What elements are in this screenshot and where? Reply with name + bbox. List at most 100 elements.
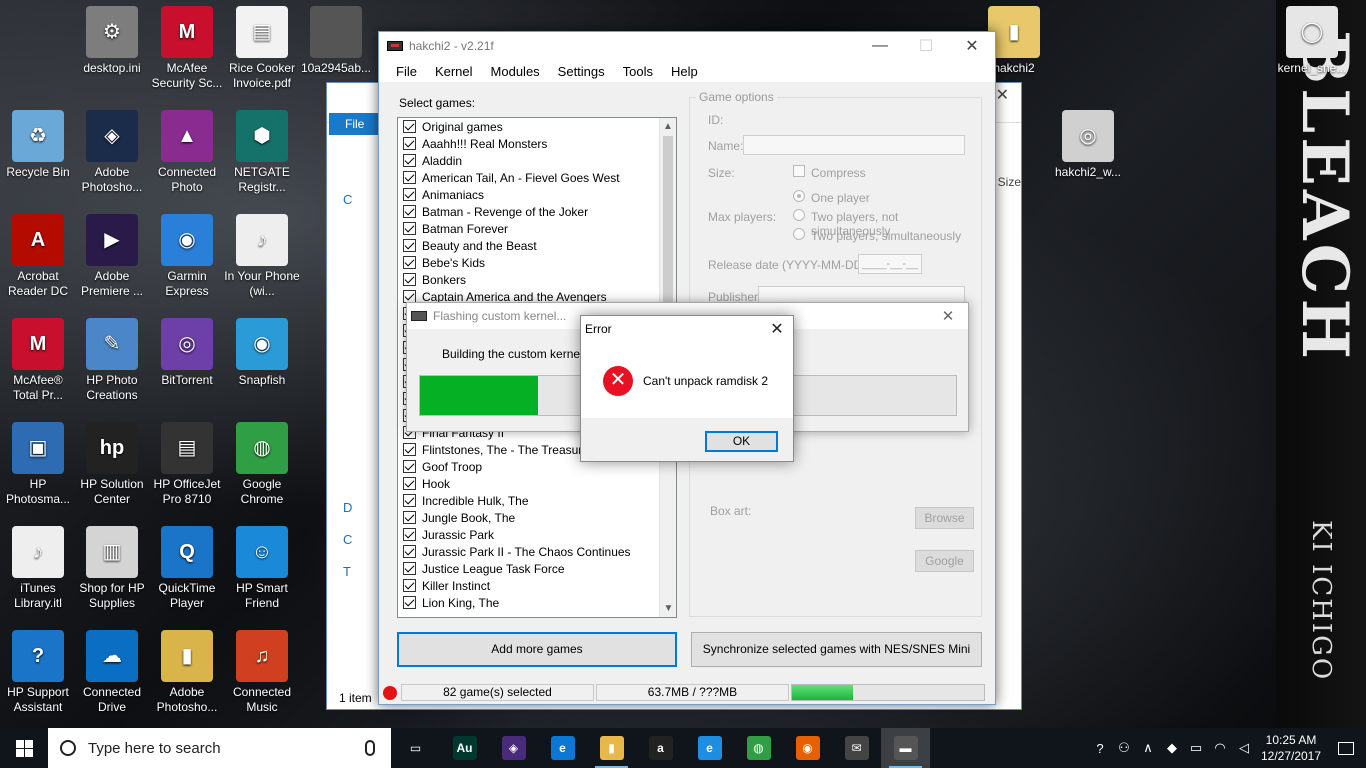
desktop-icon[interactable]: ✎ HP Photo Creations <box>74 318 150 403</box>
hakchi-titlebar[interactable]: hakchi2 - v2.21f — ☐ ✕ <box>379 32 995 60</box>
desktop-icon[interactable]: ♪ In Your Phone (wi... <box>224 214 300 299</box>
battery-icon[interactable]: ▭ <box>1184 728 1208 768</box>
explorer-nav-pane[interactable]: CDCT <box>327 143 379 703</box>
game-checkbox[interactable] <box>403 120 416 133</box>
game-row[interactable]: Incredible Hulk, The <box>398 492 676 509</box>
taskbar-mail-button[interactable]: ✉ <box>832 728 881 768</box>
google-button[interactable]: Google <box>915 550 974 572</box>
desktop-icon[interactable]: ▶ Adobe Premiere ... <box>74 214 150 299</box>
desktop-icon[interactable]: M McAfee® Total Pr... <box>0 318 76 403</box>
game-row[interactable]: Jungle Book, The <box>398 509 676 526</box>
game-row[interactable]: Bebe's Kids <box>398 254 676 271</box>
minimize-icon[interactable]: — <box>857 37 903 55</box>
game-row[interactable]: Lion King, The <box>398 594 676 611</box>
error-close-icon[interactable]: ✕ <box>761 319 793 339</box>
explorer-close-icon[interactable]: ✕ <box>996 85 1009 105</box>
taskbar-chrome-button[interactable]: ◍ <box>734 728 783 768</box>
game-row[interactable]: Beauty and the Beast <box>398 237 676 254</box>
game-checkbox[interactable] <box>403 256 416 269</box>
desktop-icon[interactable]: ◍ Google Chrome <box>224 422 300 507</box>
explorer-nav-item[interactable]: T <box>327 559 351 583</box>
taskbar-hakchi-button[interactable]: ▬ <box>881 728 930 768</box>
taskbar-file-explorer-button[interactable]: ▮ <box>587 728 636 768</box>
name-input[interactable] <box>743 135 965 155</box>
clock[interactable]: 10:25 AM 12/27/2017 <box>1256 732 1326 764</box>
ok-button[interactable]: OK <box>705 431 778 452</box>
game-row[interactable]: Batman - Revenge of the Joker <box>398 203 676 220</box>
desktop-icon[interactable]: ? HP Support Assistant <box>0 630 76 715</box>
game-row[interactable]: Justice League Task Force <box>398 560 676 577</box>
help-icon[interactable]: ? <box>1088 728 1112 768</box>
game-row[interactable]: Jurassic Park II - The Chaos Continues <box>398 543 676 560</box>
desktop-icon[interactable]: Q QuickTime Player <box>149 526 225 611</box>
maximize-icon[interactable]: ☐ <box>903 36 949 56</box>
taskbar-audition-button[interactable]: Au <box>440 728 489 768</box>
game-checkbox[interactable] <box>403 494 416 507</box>
taskbar-internet-explorer-button[interactable]: e <box>685 728 734 768</box>
game-checkbox[interactable] <box>403 545 416 558</box>
desktop-icon[interactable]: ▤ HP OfficeJet Pro 8710 <box>149 422 225 507</box>
wifi-icon[interactable]: ◠ <box>1208 728 1232 768</box>
game-checkbox[interactable] <box>403 273 416 286</box>
desktop-icon[interactable]: ◉ Snapfish <box>224 318 300 388</box>
scroll-thumb[interactable] <box>663 136 673 308</box>
volume-icon[interactable]: ◁ <box>1232 728 1256 768</box>
game-checkbox[interactable] <box>403 239 416 252</box>
microphone-icon[interactable] <box>365 740 375 756</box>
menu-kernel[interactable]: Kernel <box>426 64 482 79</box>
chevron-up-icon[interactable]: ∧ <box>1136 728 1160 768</box>
game-checkbox[interactable] <box>403 171 416 184</box>
taskbar-amazon-button[interactable]: a <box>636 728 685 768</box>
game-row[interactable]: American Tail, An - Fievel Goes West <box>398 169 676 186</box>
game-checkbox[interactable] <box>403 205 416 218</box>
taskbar-edge-button[interactable]: e <box>538 728 587 768</box>
game-checkbox[interactable] <box>403 562 416 575</box>
flashing-close-icon[interactable]: ✕ <box>928 307 968 325</box>
two-players-not-sim-radio[interactable] <box>793 209 805 221</box>
game-checkbox[interactable] <box>403 477 416 490</box>
desktop-icon[interactable]: ▣ HP Photosma... <box>0 422 76 507</box>
desktop-icon[interactable]: ◎ hakchi2_w... <box>1050 110 1126 180</box>
release-date-input[interactable]: ____-__-__ <box>858 254 922 274</box>
desktop-icon[interactable]: ◯ kernel_sne... <box>1274 6 1350 76</box>
error-dialog[interactable]: Error ✕ ✕ Can't unpack ramdisk 2 OK <box>580 315 794 462</box>
desktop-icon[interactable]: 10a2945ab... <box>298 6 374 76</box>
game-checkbox[interactable] <box>403 137 416 150</box>
menu-modules[interactable]: Modules <box>482 64 549 79</box>
notifications-icon[interactable] <box>1326 728 1366 768</box>
desktop-icon[interactable]: ▥ Shop for HP Supplies <box>74 526 150 611</box>
menu-settings[interactable]: Settings <box>549 64 614 79</box>
compress-checkbox[interactable] <box>793 165 805 177</box>
game-checkbox[interactable] <box>403 154 416 167</box>
game-checkbox[interactable] <box>403 579 416 592</box>
desktop-icon[interactable]: ☺ HP Smart Friend <box>224 526 300 611</box>
desktop-icon[interactable]: ♪ iTunes Library.itl <box>0 526 76 611</box>
close-icon[interactable]: ✕ <box>949 36 995 56</box>
explorer-nav-item[interactable]: C <box>327 187 352 211</box>
game-row[interactable]: Batman Forever <box>398 220 676 237</box>
scroll-up-icon[interactable]: ▲ <box>660 118 676 135</box>
menu-file[interactable]: File <box>387 64 426 79</box>
game-checkbox[interactable] <box>403 528 416 541</box>
synchronize-button[interactable]: Synchronize selected games with NES/SNES… <box>691 632 982 667</box>
menu-tools[interactable]: Tools <box>614 64 662 79</box>
dropbox-icon[interactable]: ◆ <box>1160 728 1184 768</box>
game-row[interactable]: Jurassic Park <box>398 526 676 543</box>
game-row[interactable]: Hook <box>398 475 676 492</box>
desktop-icon[interactable]: ♫ Connected Music <box>224 630 300 715</box>
game-checkbox[interactable] <box>403 443 416 456</box>
desktop-icon[interactable]: M McAfee Security Sc... <box>149 6 225 91</box>
desktop-icon[interactable]: ☁ Connected Drive <box>74 630 150 715</box>
people-icon[interactable]: ⚇ <box>1112 728 1136 768</box>
game-row[interactable]: Bonkers <box>398 271 676 288</box>
explorer-nav-item[interactable]: D <box>327 495 352 519</box>
game-row[interactable]: Animaniacs <box>398 186 676 203</box>
desktop-icon[interactable]: ◎ BitTorrent <box>149 318 225 388</box>
explorer-nav-item[interactable]: C <box>327 527 352 551</box>
game-row[interactable]: Aladdin <box>398 152 676 169</box>
taskbar-premiere-button[interactable]: ◈ <box>489 728 538 768</box>
game-checkbox[interactable] <box>403 460 416 473</box>
game-checkbox[interactable] <box>403 596 416 609</box>
taskbar-search[interactable]: Type here to search <box>48 728 391 768</box>
add-more-games-button[interactable]: Add more games <box>397 632 677 667</box>
